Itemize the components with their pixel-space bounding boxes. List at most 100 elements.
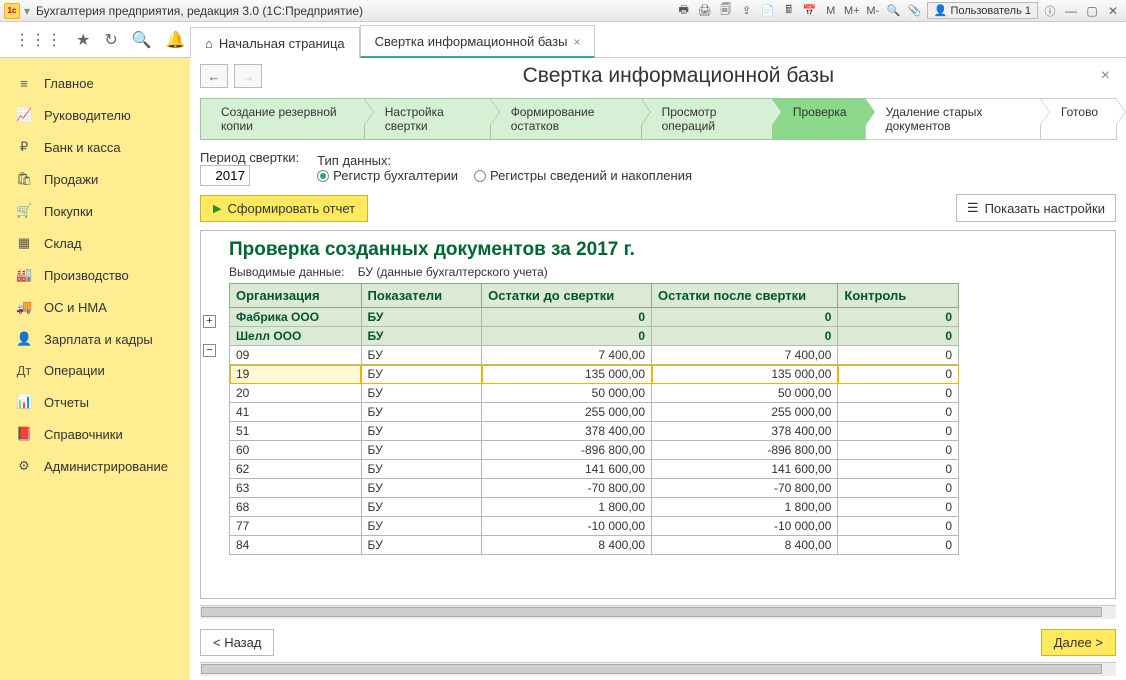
data-row[interactable]: 62БУ141 600,00141 600,000 [230, 460, 959, 479]
report-h-scrollbar[interactable] [200, 605, 1116, 619]
radio-accounting[interactable]: Регистр бухгалтерии [317, 168, 458, 183]
data-row[interactable]: 19БУ135 000,00135 000,000 [230, 365, 959, 384]
memory-m-icon[interactable]: M [822, 3, 840, 19]
cell: 1 800,00 [482, 498, 652, 517]
sidebar-icon: 🏭 [16, 267, 32, 283]
cell: 0 [838, 460, 959, 479]
wizard-step-4[interactable]: Проверка [772, 98, 866, 140]
radio-accumulation[interactable]: Регистры сведений и накопления [474, 168, 692, 183]
sidebar-item-9[interactable]: ДтОперации [0, 355, 190, 386]
group-row[interactable]: Фабрика ОООБУ000 [230, 308, 959, 327]
cell: 378 400,00 [482, 422, 652, 441]
print-preview-icon[interactable]: 🖶 [675, 3, 693, 19]
sidebar-item-8[interactable]: 👤Зарплата и кадры [0, 323, 190, 355]
cell: 0 [838, 384, 959, 403]
collapse-group-2[interactable]: − [203, 344, 216, 357]
wizard-step-5[interactable]: Удаление старых документов [865, 98, 1041, 140]
sidebar-item-12[interactable]: ⚙Администрирование [0, 450, 190, 482]
sidebar-item-10[interactable]: 📊Отчеты [0, 386, 190, 418]
cell: БУ [361, 498, 482, 517]
print-icon[interactable]: 🖨 [696, 3, 714, 19]
cell: БУ [361, 441, 482, 460]
cell: БУ [361, 422, 482, 441]
calendar-icon[interactable]: 📅 [801, 3, 819, 19]
close-window-icon[interactable]: ✕ [1104, 4, 1122, 18]
data-row[interactable]: 41БУ255 000,00255 000,000 [230, 403, 959, 422]
settings-list-icon: ☰ [967, 200, 979, 216]
data-row[interactable]: 20БУ50 000,0050 000,000 [230, 384, 959, 403]
sidebar-item-4[interactable]: 🛒Покупки [0, 195, 190, 227]
tab-home-label: Начальная страница [219, 36, 345, 51]
back-button[interactable]: < Назад [200, 629, 274, 656]
home-icon: ⌂ [205, 36, 213, 51]
search-icon[interactable]: 🔍 [132, 30, 152, 50]
wizard-step-0[interactable]: Создание резервной копии [200, 98, 365, 140]
tab-close-icon[interactable]: × [573, 35, 580, 49]
period-input[interactable] [200, 165, 250, 186]
tab-home[interactable]: ⌂ Начальная страница [190, 27, 360, 58]
sidebar-icon: ▦ [16, 235, 32, 251]
data-row[interactable]: 63БУ-70 800,00-70 800,000 [230, 479, 959, 498]
sidebar-item-2[interactable]: ₽Банк и касса [0, 131, 190, 163]
cell: -896 800,00 [652, 441, 838, 460]
cell: Шелл ООО [230, 327, 362, 346]
sidebar-item-3[interactable]: 🛍Продажи [0, 163, 190, 195]
cell: 20 [230, 384, 362, 403]
calculator-icon[interactable]: 🖩 [780, 3, 798, 19]
tab-svertka[interactable]: Свертка информационной базы × [360, 25, 596, 58]
sidebar-item-1[interactable]: 📈Руководителю [0, 99, 190, 131]
maximize-icon[interactable]: ▢ [1083, 4, 1101, 18]
sidebar-item-0[interactable]: ≡Главное [0, 68, 190, 99]
user-button[interactable]: 👤 Пользователь 1 [927, 2, 1038, 19]
data-row[interactable]: 84БУ8 400,008 400,000 [230, 536, 959, 555]
sidebar-icon: ₽ [16, 139, 32, 155]
content-h-scrollbar[interactable] [200, 662, 1116, 676]
data-row[interactable]: 60БУ-896 800,00-896 800,000 [230, 441, 959, 460]
sidebar-item-label: Администрирование [44, 459, 168, 474]
sidebar-item-5[interactable]: ▦Склад [0, 227, 190, 259]
cell: БУ [361, 536, 482, 555]
run-report-button[interactable]: ▶Сформировать отчет [200, 195, 368, 222]
nav-back-button[interactable]: ← [200, 64, 228, 88]
minimize-icon[interactable]: — [1062, 4, 1080, 18]
sidebar-icon: 📊 [16, 394, 32, 410]
history-icon[interactable]: ↻ [104, 30, 117, 50]
favorite-icon[interactable]: ★ [76, 30, 90, 50]
data-row[interactable]: 09БУ7 400,007 400,000 [230, 346, 959, 365]
report-subtitle-label: Выводимые данные: [229, 265, 344, 279]
data-row[interactable]: 51БУ378 400,00378 400,000 [230, 422, 959, 441]
cell: 255 000,00 [482, 403, 652, 422]
bell-icon[interactable]: 🔔 [166, 30, 186, 50]
close-page-icon[interactable]: × [1095, 67, 1116, 85]
data-row[interactable]: 77БУ-10 000,00-10 000,000 [230, 517, 959, 536]
apps-icon[interactable]: ⋮⋮⋮ [14, 30, 62, 50]
nav-forward-button[interactable]: → [234, 64, 262, 88]
group-row[interactable]: Шелл ОООБУ000 [230, 327, 959, 346]
memory-mminus-icon[interactable]: M- [864, 3, 882, 19]
next-button[interactable]: Далее > [1041, 629, 1116, 656]
expand-group-1[interactable]: + [203, 315, 216, 328]
copy-icon[interactable]: 📄 [759, 3, 777, 19]
info-icon[interactable]: ⓘ [1041, 3, 1059, 19]
wizard-step-2[interactable]: Формирование остатков [490, 98, 642, 140]
cell: 0 [652, 308, 838, 327]
attach-icon[interactable]: 📎 [906, 3, 924, 19]
radio-accumulation-label: Регистры сведений и накопления [490, 168, 692, 183]
data-row[interactable]: 68БУ1 800,001 800,000 [230, 498, 959, 517]
sidebar-item-11[interactable]: 📕Справочники [0, 418, 190, 450]
app-logo-icon: 1c [4, 3, 20, 19]
wizard-step-1[interactable]: Настройка свертки [364, 98, 491, 140]
sidebar-item-7[interactable]: 🚚ОС и НМА [0, 291, 190, 323]
sidebar-icon: Дт [16, 363, 32, 378]
wizard-step-6[interactable]: Готово [1040, 98, 1117, 140]
app-menu-dropdown[interactable]: ▾ [24, 4, 36, 18]
memory-mplus-icon[interactable]: M+ [843, 3, 861, 19]
show-settings-button[interactable]: ☰Показать настройки [956, 194, 1116, 222]
sidebar-item-6[interactable]: 🏭Производство [0, 259, 190, 291]
wizard-step-3[interactable]: Просмотр операций [641, 98, 773, 140]
document-search-icon[interactable]: 🗐 [717, 3, 735, 19]
cell: 50 000,00 [652, 384, 838, 403]
link-icon[interactable]: ⇪ [738, 3, 756, 19]
zoom-icon[interactable]: 🔍 [885, 3, 903, 19]
cell: -70 800,00 [482, 479, 652, 498]
